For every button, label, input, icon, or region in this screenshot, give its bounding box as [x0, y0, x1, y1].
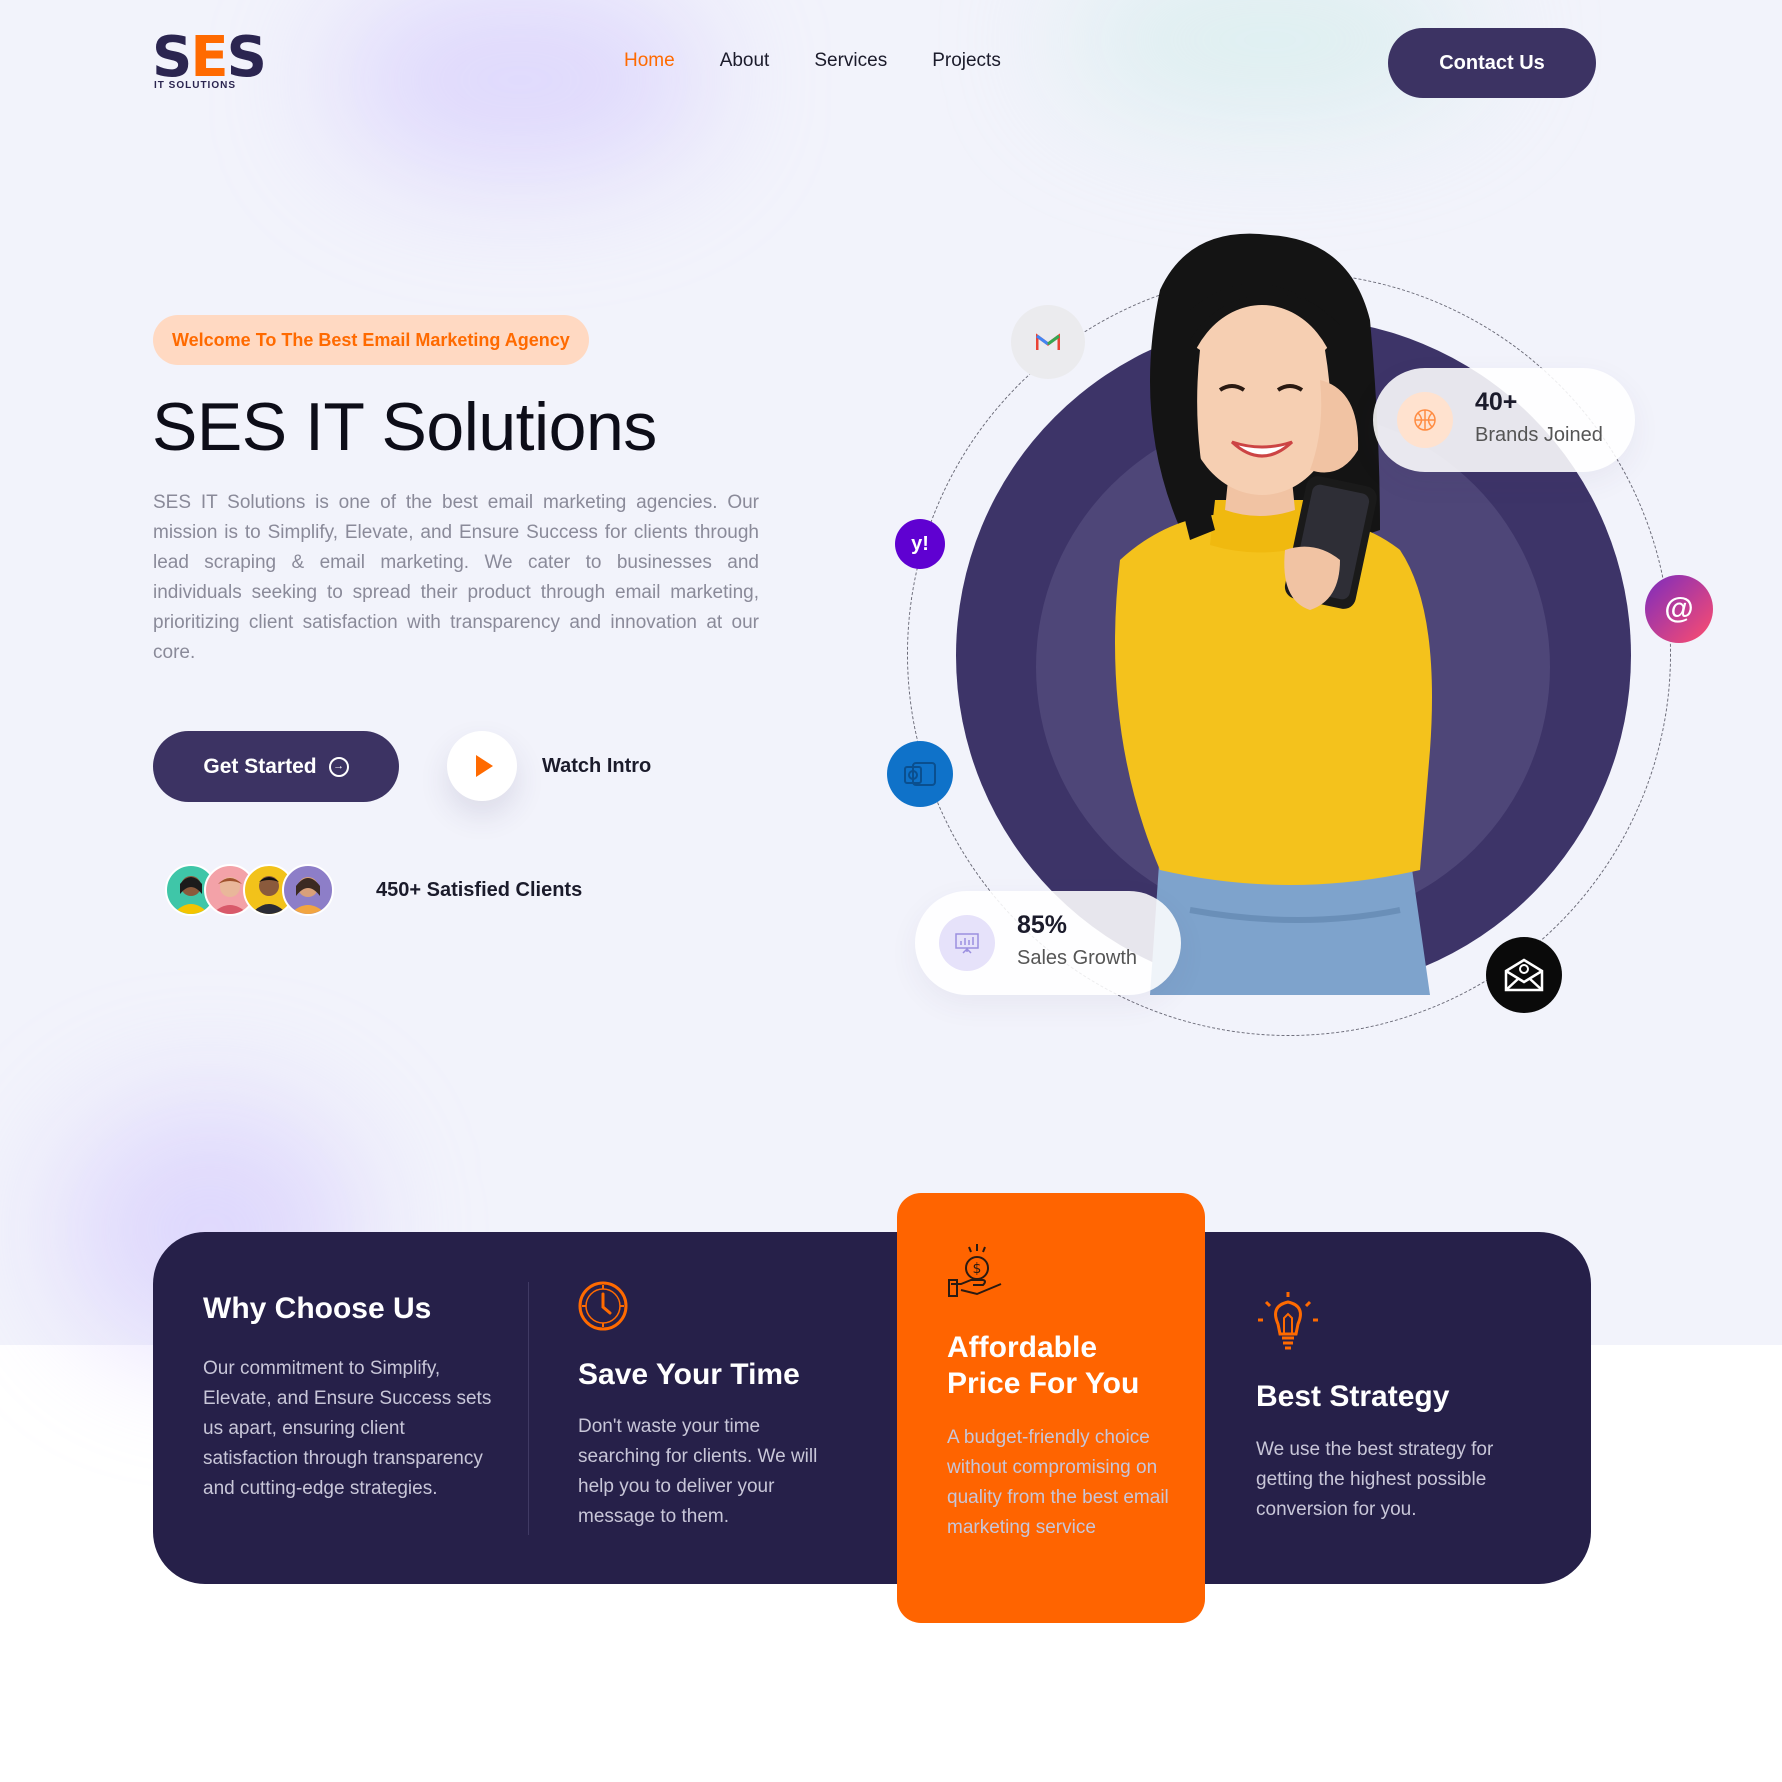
feature-text: A budget-friendly choice without comprom…	[947, 1427, 1169, 1538]
why-choose-us-title: Why Choose Us	[203, 1292, 432, 1325]
hero-description: SES IT Solutions is one of the best emai…	[153, 492, 759, 663]
divider	[528, 1282, 529, 1535]
brands-value: 40+	[1475, 388, 1518, 416]
play-icon	[476, 755, 493, 777]
sales-growth-stat-card: 85% Sales Growth	[915, 891, 1181, 995]
nav-projects[interactable]: Projects	[932, 50, 1001, 72]
nav-about[interactable]: About	[720, 50, 770, 72]
at-sign-icon: @	[1645, 575, 1713, 643]
chart-presentation-icon	[939, 915, 995, 971]
feature-title: Affordable Price For You	[947, 1331, 1140, 1400]
logo-subtitle: IT SOLUTIONS	[154, 80, 236, 91]
feature-title: Best Strategy	[1256, 1380, 1450, 1413]
avatar	[282, 864, 334, 916]
nav-home[interactable]: Home	[624, 50, 675, 72]
growth-value: 85%	[1017, 911, 1068, 939]
get-started-label: Get Started	[203, 754, 317, 778]
welcome-badge: Welcome To The Best Email Marketing Agen…	[153, 315, 589, 365]
nav-services[interactable]: Services	[814, 50, 887, 72]
brands-stat-card: 40+ Brands Joined	[1373, 368, 1635, 472]
feature-text: We use the best strategy for getting the…	[1256, 1439, 1494, 1520]
feature-text: Don't waste your time searching for clie…	[578, 1416, 818, 1527]
lightbulb-icon	[1256, 1290, 1320, 1354]
play-intro-button[interactable]	[447, 731, 517, 801]
clock-icon	[577, 1280, 635, 1338]
logo[interactable]: SES IT SOLUTIONS	[152, 30, 267, 94]
logo-mark: SES	[152, 25, 267, 90]
growth-label: Sales Growth	[1017, 947, 1138, 969]
why-choose-us-text: Our commitment to Simplify, Elevate, and…	[203, 1358, 492, 1499]
money-hand-icon: $	[947, 1240, 1005, 1298]
basketball-icon	[1397, 392, 1453, 448]
mail-envelope-icon	[1486, 937, 1562, 1013]
gmail-icon	[1011, 305, 1085, 379]
main-nav: Home About Services Projects	[624, 50, 1001, 72]
arrow-right-icon: →	[328, 756, 349, 777]
satisfied-clients-label: 450+ Satisfied Clients	[376, 879, 583, 901]
watch-intro-label[interactable]: Watch Intro	[542, 755, 651, 778]
hero-title: SES IT Solutions	[152, 389, 657, 465]
affordable-price-card	[897, 1193, 1205, 1623]
get-started-button[interactable]: Get Started →	[153, 731, 399, 802]
yahoo-icon: y!	[895, 519, 945, 569]
feature-title: Save Your Time	[578, 1358, 800, 1391]
woman-with-phone-image	[1115, 233, 1432, 995]
outlook-icon	[887, 741, 953, 807]
brands-label: Brands Joined	[1475, 424, 1603, 446]
svg-text:$: $	[973, 1261, 982, 1277]
contact-us-button[interactable]: Contact Us	[1388, 28, 1596, 98]
